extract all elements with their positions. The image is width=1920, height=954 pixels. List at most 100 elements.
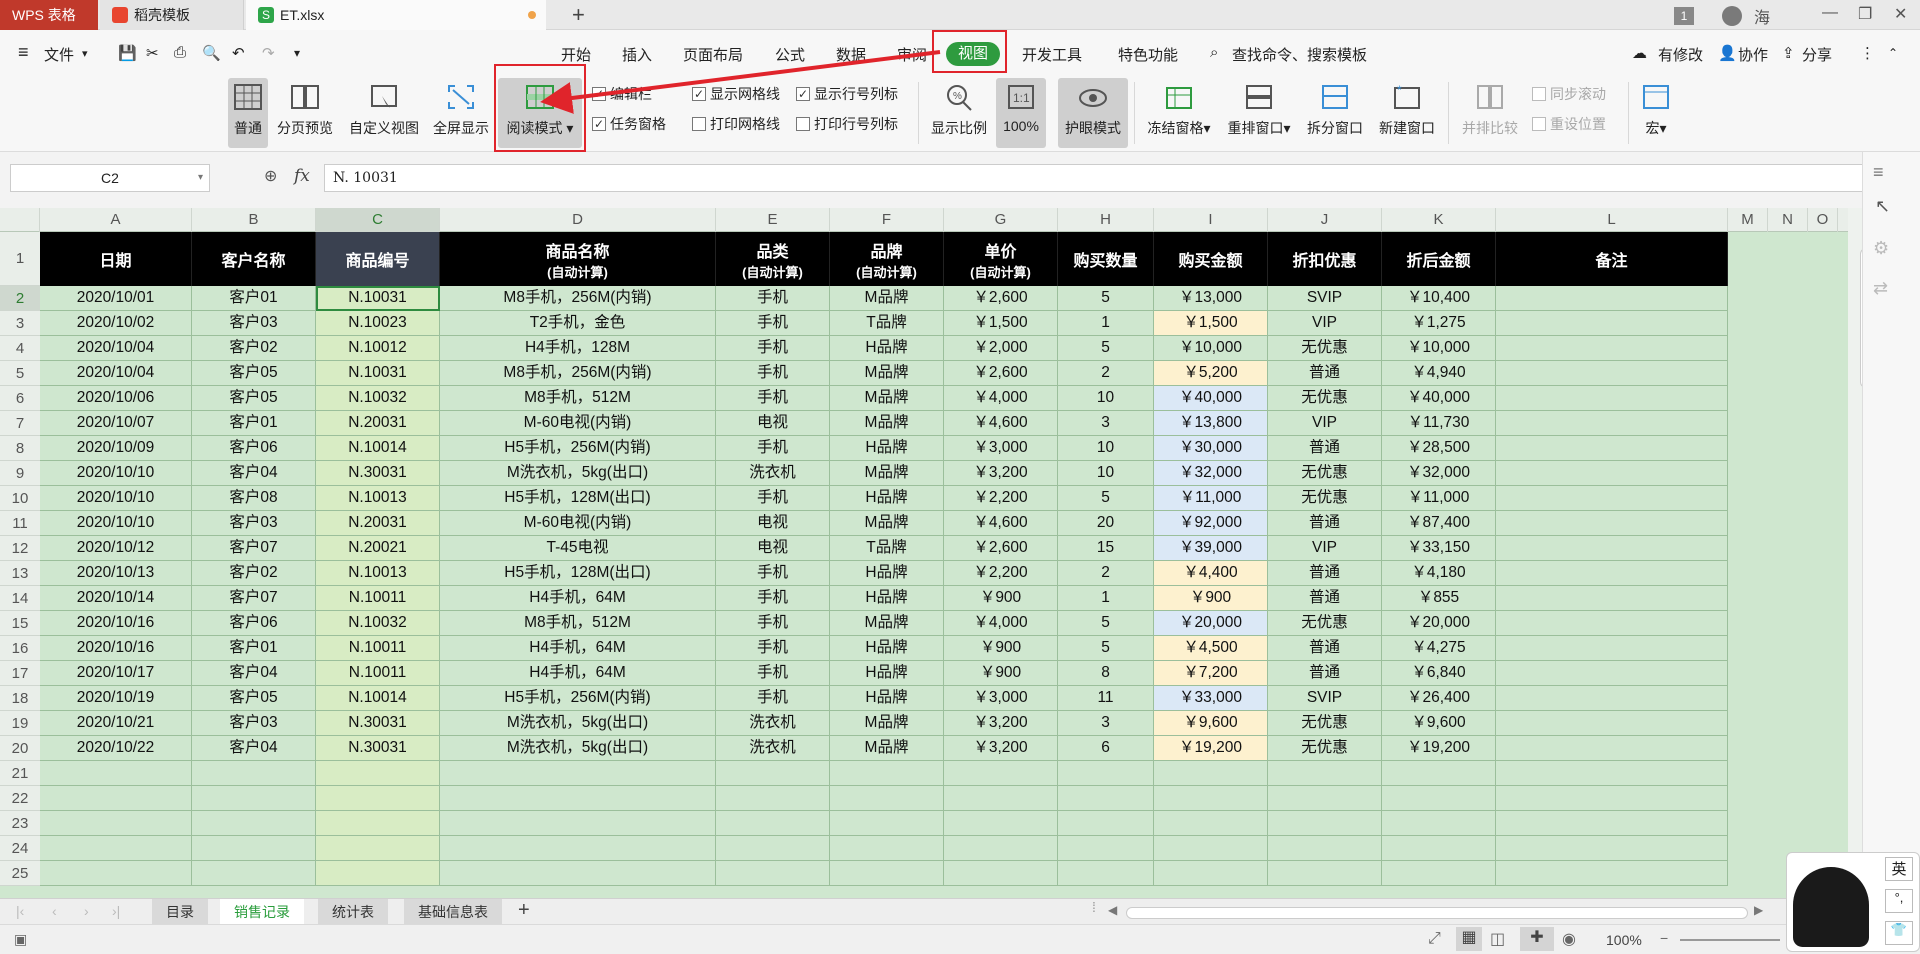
grid-cell[interactable] <box>1496 436 1728 461</box>
grid-cell[interactable]: 2020/10/16 <box>40 611 192 636</box>
grid-cell[interactable]: ￥1,500 <box>1154 311 1268 336</box>
grid-cell[interactable]: 客户05 <box>192 386 316 411</box>
grid-cell[interactable]: H品牌 <box>830 336 944 361</box>
panel-tool-icon[interactable]: ⚙ <box>1873 238 1889 259</box>
side-by-side-button[interactable]: 并排比较 <box>1456 78 1524 148</box>
grid-cell[interactable]: N.10012 <box>316 336 440 361</box>
grid-cell[interactable]: ￥3,200 <box>944 736 1058 761</box>
grid-cell[interactable] <box>1058 836 1154 861</box>
fx-icon[interactable]: fx <box>294 166 310 186</box>
next-sheet-icon[interactable]: › <box>84 903 89 919</box>
grid-cell[interactable]: N.30031 <box>316 461 440 486</box>
print-headings-checkbox[interactable]: 打印行号列标 <box>796 114 898 134</box>
grid-cell[interactable]: M品牌 <box>830 386 944 411</box>
grid-cell[interactable] <box>1058 786 1154 811</box>
grid-cell[interactable]: ￥20,000 <box>1154 611 1268 636</box>
row-header[interactable]: 7 <box>0 411 40 436</box>
sheet-tab-catalog[interactable]: 目录 <box>152 899 208 925</box>
grid-cell[interactable]: M品牌 <box>830 511 944 536</box>
header-cell[interactable]: 客户名称 <box>192 232 316 286</box>
grid-cell[interactable]: VIP <box>1268 311 1382 336</box>
grid-cell[interactable]: 5 <box>1058 611 1154 636</box>
header-cell[interactable]: 折后金额 <box>1382 232 1496 286</box>
grid-cell[interactable] <box>1496 736 1728 761</box>
undo-icon[interactable]: ↶ <box>232 44 245 62</box>
column-header-i[interactable]: I <box>1154 208 1268 232</box>
collaborate-button[interactable]: 协作 <box>1738 44 1768 65</box>
grid-cell[interactable] <box>40 811 192 836</box>
split-window-button[interactable]: 拆分窗口 <box>1302 78 1368 148</box>
grid-cell[interactable] <box>944 836 1058 861</box>
grid-cell[interactable]: ￥5,200 <box>1154 361 1268 386</box>
grid-cell[interactable]: ￥4,275 <box>1382 636 1496 661</box>
row-header[interactable]: 23 <box>0 811 40 836</box>
search-icon[interactable]: ⌕ <box>1210 44 1218 61</box>
grid-cell[interactable] <box>316 786 440 811</box>
grid-cell[interactable]: 无优惠 <box>1268 736 1382 761</box>
grid-cell[interactable]: ￥20,000 <box>1382 611 1496 636</box>
grid-cell[interactable]: M品牌 <box>830 711 944 736</box>
save-icon[interactable]: 💾 <box>118 44 137 62</box>
grid-cell[interactable]: ￥40,000 <box>1382 386 1496 411</box>
column-header-j[interactable]: J <box>1268 208 1382 232</box>
row-header[interactable]: 4 <box>0 336 40 361</box>
page-break-button[interactable]: 分页预览 <box>274 78 336 148</box>
grid-cell[interactable]: T-45电视 <box>440 536 716 561</box>
redo-icon[interactable]: ↷ <box>262 44 275 62</box>
grid-cell[interactable]: 20 <box>1058 511 1154 536</box>
grid-cell[interactable] <box>1496 286 1728 311</box>
grid-cell[interactable] <box>316 836 440 861</box>
row-header[interactable]: 12 <box>0 536 40 561</box>
grid-cell[interactable]: H5手机，128M(出口) <box>440 561 716 586</box>
print-preview-icon[interactable]: 🔍 <box>202 44 221 62</box>
column-header-d[interactable]: D <box>440 208 716 232</box>
grid-cell[interactable]: 5 <box>1058 636 1154 661</box>
grid-cell[interactable]: ￥33,000 <box>1154 686 1268 711</box>
grid-cell[interactable] <box>40 861 192 886</box>
grid-cell[interactable] <box>440 786 716 811</box>
normal-view-button[interactable]: 普通 <box>228 78 268 148</box>
row-header[interactable]: 24 <box>0 836 40 861</box>
grid-cell[interactable]: 普通 <box>1268 361 1382 386</box>
grid-cell[interactable] <box>830 861 944 886</box>
grid-cell[interactable]: 2 <box>1058 561 1154 586</box>
grid-cell[interactable]: ￥30,000 <box>1154 436 1268 461</box>
grid-cell[interactable] <box>830 786 944 811</box>
grid-cell[interactable]: 手机 <box>716 336 830 361</box>
grid-cell[interactable]: 10 <box>1058 386 1154 411</box>
prev-sheet-icon[interactable]: ‹ <box>52 903 57 919</box>
grid-cell[interactable] <box>1496 511 1728 536</box>
grid-cell[interactable]: 无优惠 <box>1268 711 1382 736</box>
grid-cell[interactable]: 10 <box>1058 461 1154 486</box>
grid-cell[interactable]: M8手机，512M <box>440 611 716 636</box>
grid-cell[interactable]: 普通 <box>1268 636 1382 661</box>
header-cell[interactable]: 备注 <box>1496 232 1728 286</box>
grid-cell[interactable]: 8 <box>1058 661 1154 686</box>
grid-cell[interactable] <box>192 761 316 786</box>
more-icon[interactable]: ⋮ <box>1860 44 1875 62</box>
grid-cell[interactable]: ￥6,840 <box>1382 661 1496 686</box>
grid-cell[interactable]: ￥40,000 <box>1154 386 1268 411</box>
grid-cell[interactable]: M品牌 <box>830 361 944 386</box>
row-header[interactable]: 16 <box>0 636 40 661</box>
sync-scroll-button[interactable]: 同步滚动 <box>1532 84 1606 104</box>
grid-cell[interactable]: ￥4,400 <box>1154 561 1268 586</box>
grid-cell[interactable] <box>1496 311 1728 336</box>
tab-template[interactable]: 稻壳模板 <box>100 0 244 30</box>
grid-cell[interactable]: ￥900 <box>944 586 1058 611</box>
grid-cell[interactable] <box>192 786 316 811</box>
grid-cell[interactable] <box>440 761 716 786</box>
grid-cell[interactable] <box>1496 661 1728 686</box>
scroll-right-icon[interactable]: ▶ <box>1754 903 1763 917</box>
format-painter-icon[interactable]: ✂ <box>146 44 159 62</box>
menu-special[interactable]: 特色功能 <box>1118 44 1178 65</box>
grid-cell[interactable]: ￥3,000 <box>944 436 1058 461</box>
horizontal-scrollbar[interactable] <box>1126 907 1748 919</box>
scroll-left-icon[interactable]: ◀ <box>1108 903 1117 917</box>
grid-cell[interactable]: ￥4,000 <box>944 386 1058 411</box>
row-header[interactable]: 9 <box>0 461 40 486</box>
grid-cell[interactable]: 3 <box>1058 711 1154 736</box>
grid-cell[interactable] <box>1496 586 1728 611</box>
grid-cell[interactable]: ￥9,600 <box>1382 711 1496 736</box>
grid-cell[interactable]: 普通 <box>1268 511 1382 536</box>
